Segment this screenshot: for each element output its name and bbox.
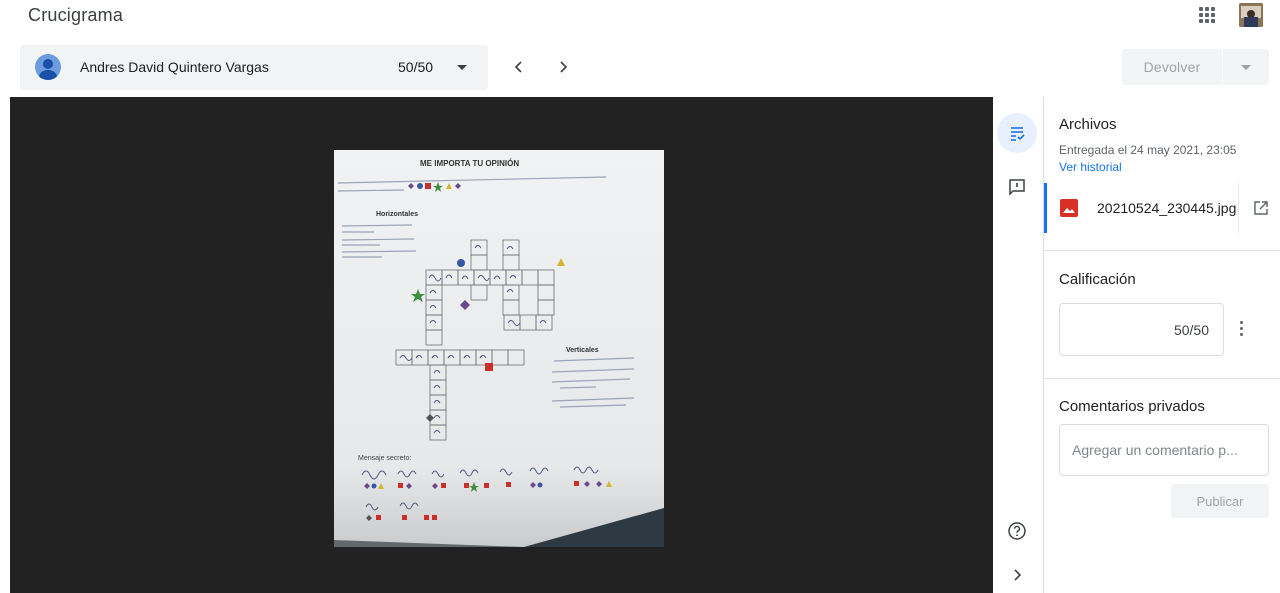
more-vert-icon[interactable] [1240,321,1244,339]
divider [1044,250,1280,251]
return-options-button[interactable] [1223,49,1269,85]
student-name: Andres David Quintero Vargas [80,59,269,75]
file-item[interactable]: 20210524_230445.jpg [1044,183,1280,233]
doc-secret-label: Mensaje secreto: [358,455,411,462]
files-icon[interactable] [997,113,1037,153]
submitted-image: ME IMPORTA TU OPINIÓN Horizontales Verti… [334,150,664,547]
divider [1044,378,1280,379]
submitted-date: Entregada el 24 may 2021, 23:05 [1059,143,1237,157]
private-comment-input[interactable]: Agregar un comentario p... [1059,424,1269,476]
expand-right-icon[interactable] [997,555,1037,593]
help-icon[interactable] [997,511,1037,551]
student-selector[interactable]: Andres David Quintero Vargas 50/50 [20,45,488,90]
student-score: 50/50 [398,59,434,75]
files-heading: Archivos [1059,116,1117,133]
comments-heading: Comentarios privados [1059,398,1205,415]
grade-input[interactable]: 50/50 [1059,303,1224,356]
return-button[interactable]: Devolver [1122,49,1222,85]
open-in-new-icon[interactable] [1253,200,1269,216]
top-bar: Crucigrama [0,0,1280,40]
grade-value: 50/50 [1173,322,1209,338]
document-viewer: ME IMPORTA TU OPINIÓN Horizontales Verti… [10,97,993,593]
student-avatar [35,54,61,80]
dropdown-arrow-icon[interactable] [454,59,470,75]
grade-heading: Calificación [1059,271,1136,288]
comment-icon[interactable] [997,167,1037,207]
image-file-icon [1060,199,1078,217]
tool-rail [993,97,1044,593]
doc-heading: ME IMPORTA TU OPINIÓN [420,159,519,168]
account-avatar[interactable] [1239,3,1263,27]
chevron-left-icon[interactable] [509,57,529,77]
publish-button[interactable]: Publicar [1171,484,1269,518]
divider [1238,183,1239,233]
app-title: Crucigrama [28,5,124,25]
doc-vertical-title: Verticales [566,347,599,354]
doc-horizontal-title: Horizontales [376,211,418,218]
chevron-right-icon[interactable] [553,57,573,77]
apps-icon[interactable] [1199,7,1215,23]
selected-indicator [1044,183,1047,233]
view-history-link[interactable]: Ver historial [1059,160,1122,174]
details-panel: Archivos Entregada el 24 may 2021, 23:05… [1044,97,1280,593]
file-name: 20210524_230445.jpg [1097,200,1237,216]
